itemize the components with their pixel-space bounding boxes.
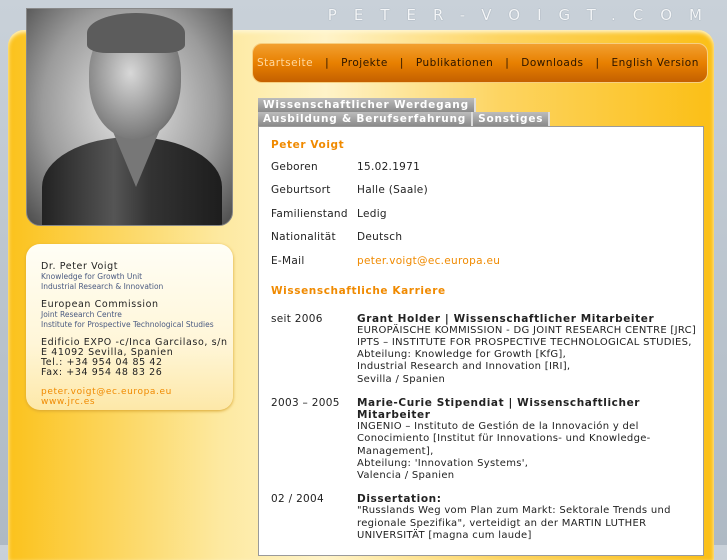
card-dept: Industrial Research & Innovation	[41, 281, 164, 291]
nav-english-version[interactable]: English Version	[612, 57, 699, 69]
card-org-sub2: Institute for Prospective Technological …	[41, 319, 214, 329]
nav-separator: |	[399, 57, 404, 69]
entry-line: Industrial Research and Innovation [IRI]…	[357, 361, 571, 373]
content-box: Peter Voigt Geboren 15.02.1971 Geburtsort H…	[258, 126, 704, 556]
profile-label: Geburtsort	[271, 184, 331, 197]
entry-line: Abteilung: 'Innovation Systems',	[357, 457, 529, 469]
entry-title: Grant Holder | Wissenschaftlicher Mitarb…	[357, 312, 655, 325]
profile-value: Deutsch	[357, 231, 403, 244]
contact-card: Dr. Peter Voigt Knowledge for Growth Uni…	[26, 244, 233, 410]
entry-date: seit 2006	[271, 312, 323, 325]
tab-werdegang[interactable]: Wissenschaftlicher Werdegang	[258, 98, 476, 112]
portrait-photo	[26, 8, 233, 226]
nav-publikationen[interactable]: Publikationen	[416, 57, 493, 69]
card-unit: Knowledge for Growth Unit	[41, 272, 143, 281]
entry-date: 02 / 2004	[271, 493, 324, 506]
site-title: PETER-VOIGT.COM	[327, 6, 719, 24]
profile-value: Halle (Saale)	[357, 184, 428, 197]
card-web-link[interactable]: www.jrc.es	[41, 397, 233, 407]
entry-title: Marie-Curie Stipendiat | Wissenschaftlic…	[357, 396, 641, 421]
content-tabs: Wissenschaftlicher WerdegangAusbildung &…	[258, 98, 668, 126]
profile-label: Geboren	[271, 160, 318, 173]
entry-line: Valencia / Spanien	[357, 469, 455, 481]
career-entry: seit 2006 Grant Holder | Wissenschaftlich…	[271, 313, 703, 386]
career-entry: 2003 – 2005 Marie-Curie Stipendiat | Wiss…	[271, 397, 703, 482]
profile-label: E-Mail	[271, 254, 305, 267]
nav-separator: |	[595, 57, 600, 69]
profile-row: Familienstand Ledig	[271, 202, 703, 226]
profile-label: Familienstand	[271, 207, 348, 220]
card-fax: Fax: +34 954 48 83 26	[41, 367, 163, 378]
nav-separator: |	[325, 57, 330, 69]
entry-date: 2003 – 2005	[271, 396, 340, 409]
profile-label: Nationalität	[271, 231, 336, 244]
nav-startseite[interactable]: Startseite	[257, 57, 313, 69]
profile-row: E-Mail peter.voigt@ec.europa.eu	[271, 249, 703, 273]
tab-ausbildung[interactable]: Ausbildung & Berufserfahrung	[258, 112, 474, 126]
career-entry: 02 / 2004 Dissertation: "Russlands Weg vom…	[271, 493, 703, 542]
card-name: Dr. Peter Voigt	[41, 261, 119, 272]
entry-title: Dissertation:	[357, 493, 442, 506]
nav-projekte[interactable]: Projekte	[341, 57, 388, 69]
nav-downloads[interactable]: Downloads	[521, 57, 583, 69]
nav-separator: |	[505, 57, 510, 69]
profile-row: Geboren 15.02.1971	[271, 155, 703, 179]
email-link[interactable]: peter.voigt@ec.europa.eu	[357, 255, 500, 267]
main-nav: Startseite | Projekte | Publikationen | …	[252, 43, 708, 83]
career-heading: Wissenschaftliche Karriere	[271, 284, 446, 297]
profile-heading: Peter Voigt	[271, 139, 345, 151]
entry-line: Abteilung: Knowledge for Growth [KfG],	[357, 349, 567, 361]
entry-line: Sevilla / Spanien	[357, 373, 446, 385]
profile-row: Nationalität Deutsch	[271, 226, 703, 250]
entry-line: INGENIO – Instituto de Gestión de la Inn…	[357, 421, 651, 457]
tab-sonstiges[interactable]: Sonstiges	[473, 112, 551, 126]
entry-line: IPTS – INSTITUTE FOR PROSPECTIVE TECHNOL…	[357, 336, 692, 348]
card-email-link[interactable]: peter.voigt@ec.europa.eu	[41, 387, 233, 397]
entry-line: "Russlands Weg vom Plan zum Markt: Sekto…	[357, 505, 671, 541]
profile-value: 15.02.1971	[357, 160, 421, 173]
profile-value: Ledig	[357, 207, 387, 220]
card-org-sub1: Joint Research Centre	[41, 310, 122, 319]
card-org: European Commission	[41, 299, 159, 310]
profile-row: Geburtsort Halle (Saale)	[271, 179, 703, 203]
entry-line: EUROPÄISCHE KOMMISSION - DG JOINT RESEAR…	[357, 324, 697, 336]
